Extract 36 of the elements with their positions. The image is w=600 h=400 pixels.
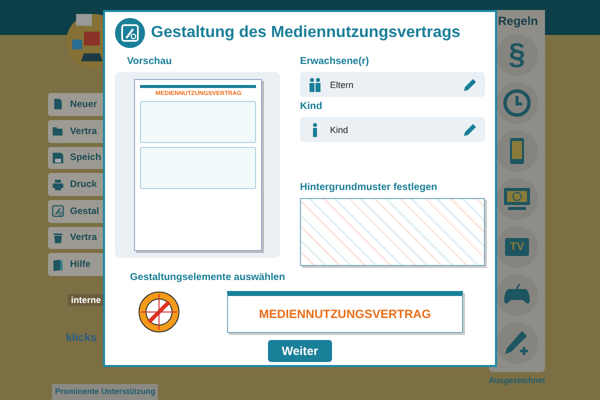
dialog-title: Gestaltung des Mediennutzungsvertrags xyxy=(151,24,460,42)
child-field[interactable]: Kind xyxy=(300,117,485,142)
pencil-gear-icon xyxy=(52,205,64,218)
section-label: Gestaltungselemente auswählen xyxy=(130,272,286,284)
printer-icon xyxy=(52,178,64,191)
award-label: Ausgezeichnet xyxy=(488,376,546,385)
section-label: Hintergrundmuster festlegen xyxy=(300,182,438,194)
panel-title: Regeln xyxy=(497,14,538,28)
logo-badge: interne xyxy=(68,294,104,306)
next-button[interactable]: Weiter xyxy=(268,340,332,362)
section-label: Vorschau xyxy=(127,56,173,68)
trash-icon xyxy=(52,232,64,244)
folder-icon xyxy=(52,125,64,138)
edit-pencil-icon xyxy=(463,78,477,92)
pattern-preview[interactable] xyxy=(300,198,485,266)
help-book-icon xyxy=(52,258,64,271)
rule-button[interactable]: § xyxy=(496,34,538,76)
rule-button[interactable] xyxy=(496,130,538,172)
rule-button[interactable] xyxy=(496,82,538,124)
document-icon xyxy=(52,98,64,110)
field-label: Erwachsene(r) xyxy=(300,56,370,68)
rule-button[interactable]: TV xyxy=(496,226,538,268)
adult-field[interactable]: Eltern xyxy=(300,72,485,97)
paragraph-icon: § xyxy=(508,40,526,70)
edit-pencil-icon xyxy=(463,122,477,136)
two-people-icon xyxy=(308,78,322,92)
support-note: Prominente Unterstützung xyxy=(52,384,158,400)
tv-icon: TV xyxy=(504,238,530,256)
rule-button[interactable] xyxy=(496,178,538,220)
title-banner[interactable]: MEDIENNUTZUNGSVERTRAG xyxy=(227,291,463,333)
brand-logo: klicks xyxy=(66,332,98,344)
design-icon xyxy=(115,18,145,48)
rule-button[interactable] xyxy=(496,274,538,316)
clock-icon xyxy=(502,88,532,118)
rule-button[interactable] xyxy=(496,322,538,364)
field-label: Kind xyxy=(300,101,324,113)
